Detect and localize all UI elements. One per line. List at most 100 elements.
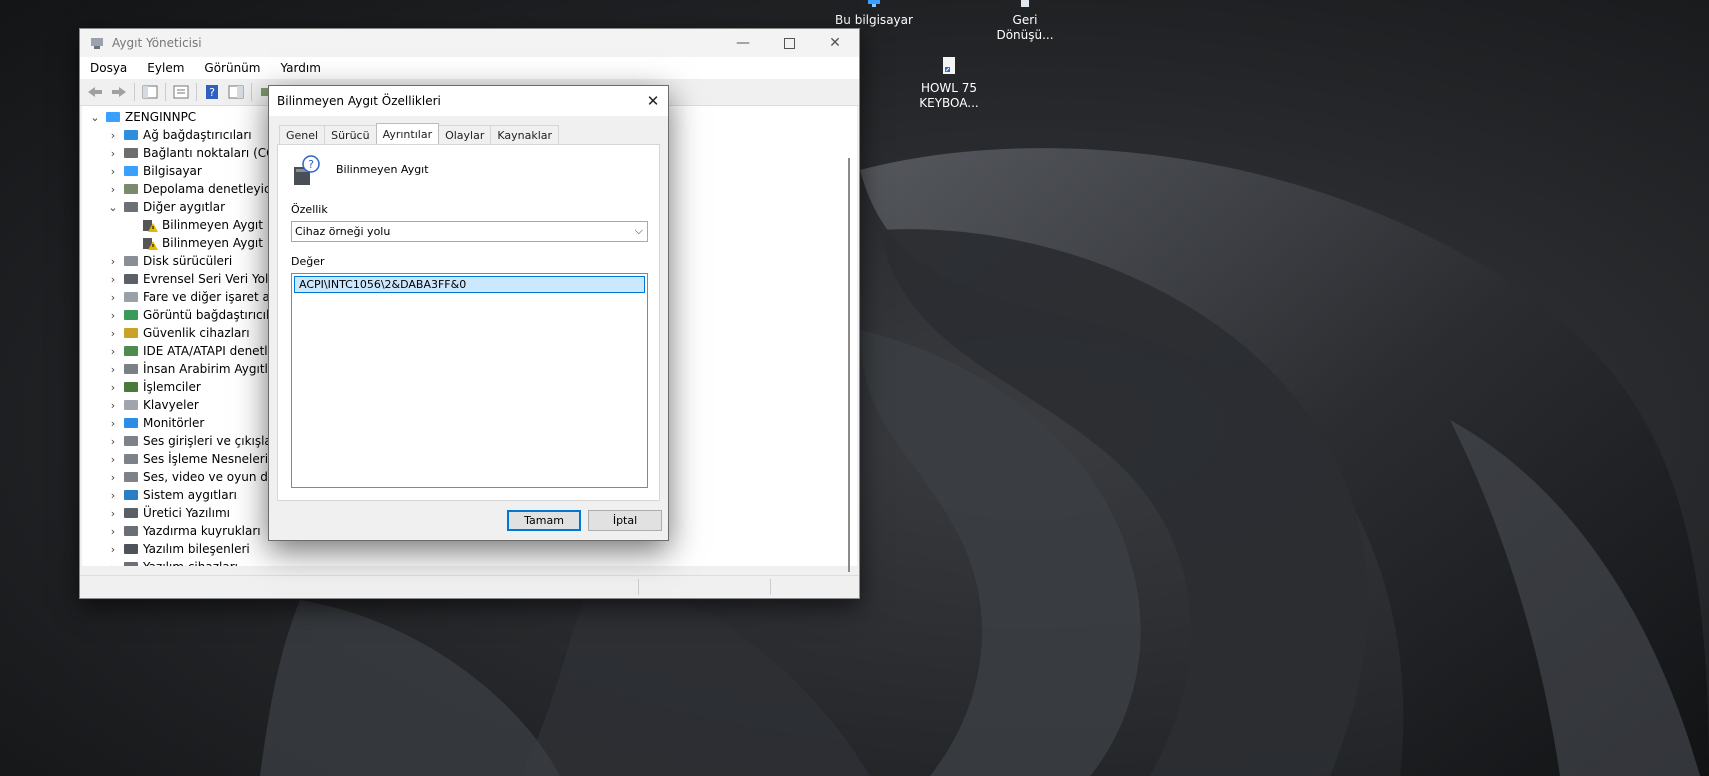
- tab-general[interactable]: Genel: [279, 125, 326, 144]
- tree-category-item[interactable]: › Görüntü bağdaştırıcıları: [107, 306, 285, 324]
- chevron-down-icon: ⌵: [634, 224, 643, 237]
- chevron-right-icon[interactable]: ›: [107, 147, 119, 160]
- chevron-right-icon[interactable]: ›: [107, 471, 119, 484]
- status-segment: [770, 579, 771, 595]
- dialog-title: Bilinmeyen Aygıt Özellikleri: [277, 94, 441, 108]
- chevron-right-icon[interactable]: ›: [107, 453, 119, 466]
- tab-strip: Genel Sürücü Ayrıntılar Olaylar Kaynakla…: [279, 123, 560, 145]
- dialog-title-bar[interactable]: Bilinmeyen Aygıt Özellikleri ✕: [269, 86, 668, 116]
- tree-category-item[interactable]: › İnsan Arabirim Aygıtları: [107, 360, 284, 378]
- tree-category-item[interactable]: › Fare ve diğer işaret aygıt: [107, 288, 293, 306]
- chevron-right-icon[interactable]: ›: [107, 309, 119, 322]
- chevron-down-icon[interactable]: ⌄: [107, 201, 119, 214]
- chevron-right-icon[interactable]: ›: [107, 381, 119, 394]
- tree-category-item[interactable]: › İşlemciler: [107, 378, 201, 396]
- tree-category-item[interactable]: ⌄ Diğer aygıtlar: [107, 198, 225, 216]
- chevron-right-icon[interactable]: ›: [107, 291, 119, 304]
- desktop-icon-howl-shortcut[interactable]: HOWL 75 KEYBOA...: [904, 57, 994, 111]
- tree-category-item[interactable]: › Depolama denetleyiciler: [107, 180, 290, 198]
- tree-category-item[interactable]: › Evrensel Seri Veri Yolu de: [107, 270, 295, 288]
- maximize-button[interactable]: [766, 29, 812, 57]
- ok-button[interactable]: Tamam: [507, 510, 581, 531]
- tab-resources[interactable]: Kaynaklar: [490, 125, 560, 144]
- chevron-right-icon[interactable]: ›: [107, 543, 119, 556]
- storage-controller-icon: [123, 181, 139, 197]
- tree-category-item[interactable]: › Ses İşleme Nesneleri (AP: [107, 450, 292, 468]
- chevron-right-icon[interactable]: ›: [107, 489, 119, 502]
- printer-icon: [123, 523, 139, 539]
- tree-category-item[interactable]: › Bilgisayar: [107, 162, 202, 180]
- tree-category-item[interactable]: › Ses girişleri ve çıkışları: [107, 432, 280, 450]
- tree-category-item[interactable]: › Ses, video ve oyun dene: [107, 468, 290, 486]
- chevron-right-icon[interactable]: ›: [107, 399, 119, 412]
- show-hide-tree-button[interactable]: [141, 83, 159, 101]
- speaker-icon: [123, 469, 139, 485]
- tree-category-item[interactable]: › Ağ bağdaştırıcıları: [107, 126, 252, 144]
- list-item[interactable]: ACPI\INTC1056\2&DABA3FF&0: [294, 276, 645, 293]
- property-dropdown[interactable]: Cihaz örneği yolu ⌵: [291, 221, 648, 242]
- tree-category-item[interactable]: › Üretici Yazılımı: [107, 504, 230, 522]
- chevron-right-icon[interactable]: ›: [107, 129, 119, 142]
- chevron-right-icon[interactable]: ›: [107, 507, 119, 520]
- desktop-icon-recycle-bin[interactable]: Geri Dönüşü...: [980, 0, 1070, 43]
- chevron-down-icon[interactable]: ⌄: [89, 111, 101, 124]
- chevron-right-icon[interactable]: ›: [107, 345, 119, 358]
- chevron-right-icon[interactable]: ›: [107, 255, 119, 268]
- value-listbox[interactable]: ACPI\INTC1056\2&DABA3FF&0: [291, 273, 648, 488]
- display-adapter-icon: [123, 307, 139, 323]
- help-button[interactable]: ?: [203, 83, 221, 101]
- chevron-right-icon[interactable]: ›: [107, 561, 119, 567]
- tree-category-item[interactable]: › Disk sürücüleri: [107, 252, 232, 270]
- tree-root[interactable]: ⌄ ZENGINNPC: [89, 108, 196, 126]
- forward-button[interactable]: [110, 83, 128, 101]
- tree-child-item[interactable]: Bilinmeyen Aygıt: [126, 234, 263, 252]
- vertical-scrollbar[interactable]: [842, 106, 857, 572]
- properties-button[interactable]: [172, 83, 190, 101]
- minimize-button[interactable]: —: [720, 29, 766, 57]
- title-bar[interactable]: Aygıt Yöneticisi — ✕: [80, 29, 859, 57]
- desktop-icon-this-pc[interactable]: Bu bilgisayar: [829, 0, 919, 28]
- properties-dialog: Bilinmeyen Aygıt Özellikleri ✕ Genel Sür…: [268, 85, 669, 541]
- tab-driver[interactable]: Sürücü: [324, 125, 377, 144]
- chevron-right-icon[interactable]: ›: [107, 525, 119, 538]
- tree-child-item[interactable]: Bilinmeyen Aygıt: [126, 216, 263, 234]
- tree-category-item[interactable]: › IDE ATA/ATAPI denetley: [107, 342, 282, 360]
- chevron-right-icon[interactable]: ›: [107, 417, 119, 430]
- shortcut-file-icon: [904, 57, 994, 79]
- desktop-icon-label: Geri Dönüşü...: [996, 13, 1054, 42]
- port-icon: [123, 145, 139, 161]
- keyboard-icon: [123, 397, 139, 413]
- tab-details[interactable]: Ayrıntılar: [375, 123, 440, 144]
- menu-help[interactable]: Yardım: [270, 61, 330, 75]
- cancel-button[interactable]: İptal: [588, 510, 662, 531]
- menu-view[interactable]: Görünüm: [194, 61, 270, 75]
- chevron-right-icon[interactable]: ›: [107, 165, 119, 178]
- action-pane-button[interactable]: [227, 83, 245, 101]
- scrollbar-thumb[interactable]: [848, 158, 850, 572]
- back-button[interactable]: [86, 83, 104, 101]
- computer-icon: [123, 163, 139, 179]
- tree-item-label: Disk sürücüleri: [143, 254, 233, 268]
- chevron-right-icon[interactable]: ›: [107, 183, 119, 196]
- menu-action[interactable]: Eylem: [137, 61, 194, 75]
- tree-category-item[interactable]: › Sistem aygıtları: [107, 486, 237, 504]
- tree-category-item[interactable]: › Yazılım bileşenleri: [107, 540, 250, 558]
- close-button[interactable]: ✕: [812, 29, 858, 57]
- toolbar-separator: [165, 83, 166, 101]
- tree-category-item[interactable]: › Yazılım cihazları: [107, 558, 238, 566]
- chevron-right-icon[interactable]: ›: [107, 435, 119, 448]
- tab-events[interactable]: Olaylar: [438, 125, 492, 144]
- dialog-close-button[interactable]: ✕: [638, 86, 668, 116]
- tree-category-item[interactable]: › Güvenlik cihazları: [107, 324, 250, 342]
- chevron-right-icon[interactable]: ›: [107, 327, 119, 340]
- tree-category-item[interactable]: › Klavyeler: [107, 396, 199, 414]
- tree-category-item[interactable]: › Bağlantı noktaları (COM: [107, 144, 286, 162]
- toolbar-separator: [196, 83, 197, 101]
- chevron-right-icon[interactable]: ›: [107, 363, 119, 376]
- tree-category-item[interactable]: › Yazdırma kuyrukları: [107, 522, 261, 540]
- chevron-right-icon[interactable]: ›: [107, 273, 119, 286]
- tree-item-label: İşlemciler: [143, 380, 201, 394]
- system-device-icon: [123, 487, 139, 503]
- tree-category-item[interactable]: › Monitörler: [107, 414, 204, 432]
- menu-file[interactable]: Dosya: [80, 61, 137, 75]
